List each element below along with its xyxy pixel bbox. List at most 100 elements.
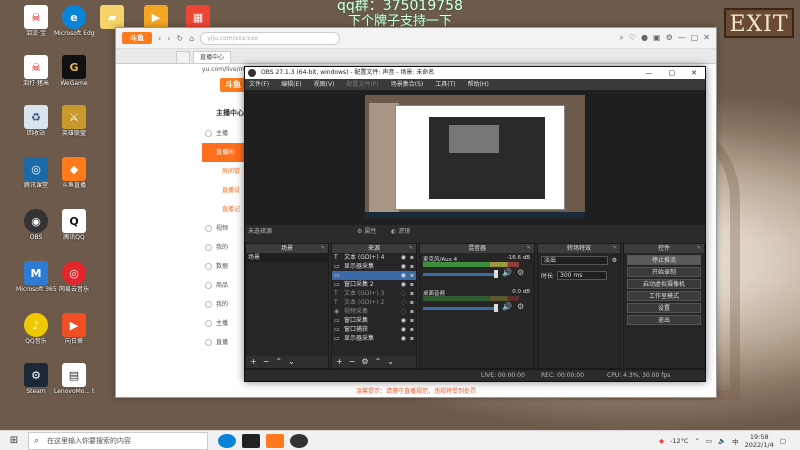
volume-slider[interactable] [423, 273, 497, 276]
temperature[interactable]: -12°C [670, 437, 688, 445]
desktop-icon[interactable]: ◆ 斗鱼直播 [54, 155, 94, 207]
source-item[interactable]: ▭ 显示器采集 ◉ ▪ [332, 334, 416, 343]
taskbar-search[interactable]: 在这里输入你要搜索的内容 [28, 431, 208, 450]
filters-button[interactable]: ◐ 滤镜 [391, 225, 410, 239]
remove-icon[interactable]: − [349, 356, 356, 368]
studio-mode-button[interactable]: 工作室模式 [627, 291, 701, 301]
menu-edit[interactable]: 编辑(E) [281, 79, 301, 90]
source-item[interactable]: ▭ 窗口捕获 ◉ ▪ [332, 325, 416, 334]
wegame-taskbar-icon[interactable] [242, 433, 260, 448]
desktop-icon[interactable]: ⚙ Steam [16, 361, 56, 413]
sidebar-item[interactable]: 我的 [202, 295, 248, 314]
volume-slider[interactable] [423, 307, 497, 310]
obs-taskbar-icon[interactable] [290, 433, 308, 448]
menu-scene-collection[interactable]: 场景集合(S) [391, 79, 424, 90]
edge-taskbar-icon[interactable] [218, 433, 236, 448]
sidebar-item[interactable]: 商品 [202, 276, 248, 295]
source-item-selected[interactable]: ▭ ◉ ▪ [332, 271, 416, 280]
properties-button[interactable]: ⚙ 属性 [357, 225, 376, 239]
menu-tools[interactable]: 工具(T) [435, 79, 455, 90]
desktop-icon[interactable]: ◎ 腾讯课堂 [16, 155, 56, 207]
gear-icon[interactable]: ⚙ [612, 257, 617, 264]
heart-icon[interactable]: ♡ [629, 33, 636, 43]
sidebar-item-live[interactable]: 直播间 [202, 143, 248, 162]
down-icon[interactable]: ⌄ [387, 356, 394, 368]
sidebar-item[interactable]: 数据 [202, 257, 248, 276]
volume-knob[interactable] [494, 304, 498, 312]
tab-live-center[interactable]: 直播中心 [193, 51, 232, 63]
home-icon[interactable]: ⌂ [189, 34, 194, 43]
close-icon[interactable]: ✕ [703, 33, 710, 43]
source-item[interactable]: ▭ 窗口采集 ◉ ▪ [332, 316, 416, 325]
sidebar-subitem[interactable]: 房间管 [202, 162, 248, 181]
exit-button[interactable]: 退出 [627, 315, 701, 325]
up-icon[interactable]: ⌃ [275, 356, 282, 368]
desktop-icon[interactable]: G WeGame [54, 53, 94, 105]
desktop-icon[interactable]: ♪ QQ音乐 [16, 311, 56, 363]
up-icon[interactable]: ⌃ [375, 356, 382, 368]
gear-icon[interactable]: ⚙ [517, 302, 524, 311]
desktop-icon[interactable]: ♻ 回收站 [16, 103, 56, 155]
sidebar-subitem[interactable]: 直播记 [202, 200, 248, 219]
source-item[interactable]: T 文本 (GDI+) 3 ◌ ▪ [332, 289, 416, 298]
source-item[interactable]: T 文本 (GDI+) 2 ◌ ▪ [332, 298, 416, 307]
sidebar-item[interactable]: 主播 [202, 314, 248, 333]
start-recording-button[interactable]: 开始录制 [627, 267, 701, 277]
douyu-taskbar-icon[interactable] [266, 433, 284, 448]
menu-profile[interactable]: 配置文件(P) [346, 79, 378, 90]
forward-icon[interactable]: › [167, 34, 170, 43]
gear-icon[interactable]: ⚙ [361, 356, 368, 368]
refresh-icon[interactable]: ↻ [176, 34, 183, 43]
desktop-icon[interactable]: ◉ OBS [16, 207, 56, 259]
sidebar-item[interactable]: 我的 [202, 238, 248, 257]
source-item[interactable]: ▭ 窗口采集 2 ◉ ▪ [332, 280, 416, 289]
down-icon[interactable]: ⌄ [288, 356, 295, 368]
sidebar-item[interactable]: 视频 [202, 219, 248, 238]
remove-icon[interactable]: − [263, 356, 270, 368]
site-logo[interactable]: 斗鱼 [220, 78, 246, 92]
avatar[interactable]: ● [641, 33, 648, 43]
preview-area[interactable] [245, 90, 705, 225]
tray-app-icon[interactable]: ◆ [659, 437, 664, 445]
desktop-icon[interactable]: Q 腾讯QQ [54, 207, 94, 259]
add-icon[interactable]: + [250, 356, 257, 368]
transition-select[interactable]: 淡出 [541, 256, 608, 265]
duration-input[interactable]: 300 ms [557, 271, 608, 280]
windows-start-icon[interactable]: ⊞ [0, 435, 28, 446]
clock[interactable]: 19:58 2022/1/4 [745, 433, 774, 449]
gear-icon[interactable]: ⚙ [517, 268, 524, 277]
volume-icon[interactable]: 🔈 [718, 437, 726, 445]
sidebar-subitem[interactable]: 直播设 [202, 181, 248, 200]
maximize-icon[interactable]: ▢ [669, 67, 676, 79]
menu-view[interactable]: 视图(V) [314, 79, 335, 90]
source-item[interactable]: ▭ 显示器采集 ◉ ▪ [332, 262, 416, 271]
volume-knob[interactable] [494, 270, 498, 278]
search-icon[interactable]: ⌕ [619, 33, 623, 43]
desktop-icon[interactable]: ▤LenovoMo... beta [54, 361, 94, 413]
sidebar-item[interactable]: 主播 [202, 124, 248, 143]
ime-indicator[interactable]: 中 [732, 436, 739, 446]
sidebar-item[interactable]: 直播 [202, 333, 248, 352]
url-bar[interactable]: yiju.com/xxx/xxx [200, 31, 341, 45]
minimize-icon[interactable]: — [646, 67, 653, 79]
tab-blank[interactable] [176, 51, 190, 63]
settings-button[interactable]: 设置 [627, 303, 701, 313]
settings-icon[interactable]: ⚙ [666, 33, 673, 43]
notification-icon[interactable]: ▢ [780, 437, 786, 445]
menu-file[interactable]: 文件(F) [249, 79, 269, 90]
back-icon[interactable]: ‹ [158, 34, 161, 43]
virtual-camera-button[interactable]: 启动虚拟摄像机 [627, 279, 701, 289]
desktop-icon[interactable]: ▶ 向日葵 [54, 311, 94, 363]
desktop-icon[interactable]: ☠ 泪打·猪米 [16, 53, 56, 105]
speaker-icon[interactable]: 🔊 [502, 302, 512, 311]
gift-icon[interactable]: ▣ [653, 33, 661, 43]
stop-streaming-button[interactable]: 停止推流 [627, 255, 701, 265]
chevron-up-icon[interactable]: ⌃ [694, 437, 699, 445]
maximize-icon[interactable]: ▢ [691, 33, 699, 43]
speaker-icon[interactable]: 🔊 [502, 268, 512, 277]
desktop-icon[interactable]: e Microsoft Edge [54, 3, 94, 55]
desktop-icon[interactable]: M Microsoft 365 [16, 259, 56, 311]
network-icon[interactable]: ▭ [706, 437, 712, 445]
add-icon[interactable]: + [336, 356, 343, 368]
minimize-icon[interactable]: — [678, 33, 686, 43]
